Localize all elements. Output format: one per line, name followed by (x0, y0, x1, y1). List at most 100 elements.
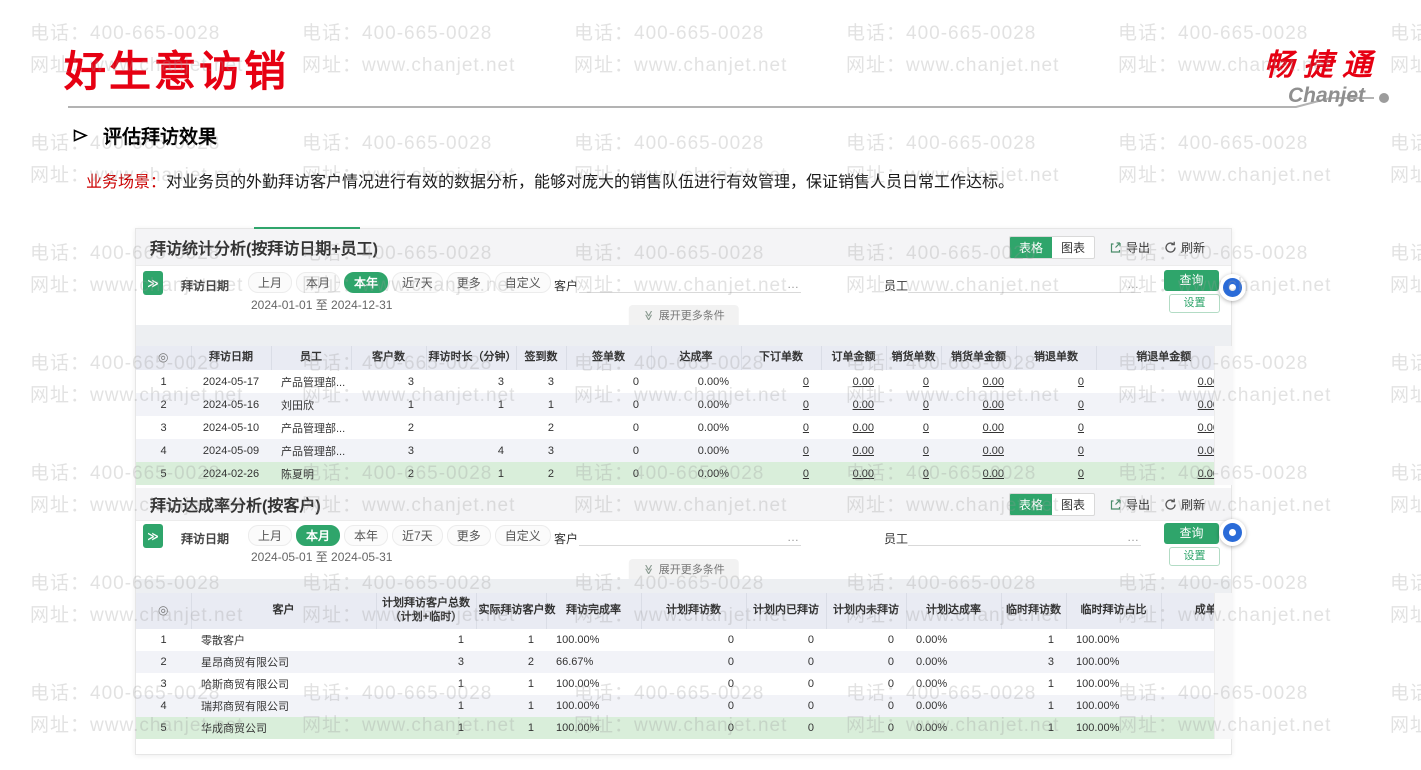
filter-pill-上月[interactable]: 上月 (248, 272, 292, 293)
refresh-button[interactable]: 刷新 (1164, 239, 1205, 256)
section-heading-text: 评估拜访效果 (103, 122, 217, 149)
link-cell[interactable]: 0 (886, 370, 941, 393)
column-header: 达成率 (651, 346, 741, 370)
link-cell[interactable]: 0.00 (941, 393, 1016, 416)
link-cell[interactable]: 0 (886, 462, 941, 485)
filter-pill-更多[interactable]: 更多 (447, 272, 491, 293)
collapse-filter-button[interactable]: ≫ (143, 524, 163, 548)
view-table-button[interactable]: 表格 (1010, 237, 1052, 258)
link-cell[interactable]: 0.00 (821, 370, 886, 393)
refresh-button[interactable]: 刷新 (1164, 496, 1205, 513)
assistant-float-button[interactable] (1219, 519, 1246, 546)
filter-pill-本月[interactable]: 本月 (296, 525, 340, 546)
watermark-text: 电话：400-665-0028网址：www.chanjet.net (1390, 678, 1421, 742)
query-button[interactable]: 查询 (1164, 270, 1219, 291)
customer-filter-input[interactable]: … (579, 527, 801, 546)
employee-filter-input[interactable]: … (908, 274, 1141, 293)
link-cell[interactable]: 0.00 (941, 416, 1016, 439)
link-cell[interactable]: 0 (741, 370, 821, 393)
table-row[interactable]: 42024-05-09产品管理部...34300.00%00.0000.0000… (136, 439, 1214, 462)
filter-pill-上月[interactable]: 上月 (248, 525, 292, 546)
table-cell: 1 (376, 695, 476, 717)
link-cell[interactable]: 0 (741, 462, 821, 485)
link-cell[interactable]: 0 (741, 416, 821, 439)
filter-pill-近7天[interactable]: 近7天 (392, 272, 443, 293)
column-header: 拜访时长（分钟） (426, 346, 516, 370)
link-cell[interactable]: 0.00 (1096, 439, 1214, 462)
column-settings-header[interactable]: ◎ (136, 346, 191, 370)
filter-pill-本月[interactable]: 本月 (296, 272, 340, 293)
expand-more-conditions[interactable]: ≫ 展开更多条件 (628, 559, 738, 579)
assistant-float-button[interactable] (1219, 274, 1246, 301)
customer-filter-input[interactable]: … (579, 274, 801, 293)
logo-cn-text: 畅捷通 (1264, 40, 1381, 84)
filter-pill-自定义[interactable]: 自定义 (495, 272, 551, 293)
table2-scrollbar[interactable] (1214, 593, 1233, 739)
view-chart-button[interactable]: 图表 (1052, 494, 1094, 515)
link-cell[interactable]: 0.00 (1096, 370, 1214, 393)
filter-pill-更多[interactable]: 更多 (447, 525, 491, 546)
link-cell[interactable]: 0.00 (941, 439, 1016, 462)
settings-button[interactable]: 设置 (1169, 547, 1220, 566)
filter-pill-近7天[interactable]: 近7天 (392, 525, 443, 546)
table-cell: 2 (136, 651, 191, 673)
employee-filter-label: 员工 (884, 530, 908, 547)
link-cell[interactable]: 0 (886, 393, 941, 416)
link-cell[interactable]: 0 (1016, 462, 1096, 485)
date-range-value[interactable]: 2024-05-01 至 2024-05-31 (251, 548, 392, 565)
link-cell[interactable]: 0.00 (1096, 416, 1214, 439)
link-cell[interactable]: 0 (741, 439, 821, 462)
table-row[interactable]: 4瑞邦商贸有限公司11100.00%0000.00%1100.00% (136, 695, 1214, 717)
column-settings-header[interactable]: ◎ (136, 593, 191, 629)
link-cell[interactable]: 0 (1016, 393, 1096, 416)
link-cell[interactable]: 0.00 (821, 462, 886, 485)
employee-filter-input[interactable]: … (908, 527, 1141, 546)
link-cell[interactable]: 0.00 (1096, 393, 1214, 416)
business-scenario: 业务场景：对业务员的外勤拜访客户情况进行有效的数据分析，能够对庞大的销售队伍进行… (86, 168, 1014, 192)
link-cell[interactable]: 0 (1016, 370, 1096, 393)
table1-scrollbar[interactable] (1214, 346, 1233, 485)
visit-statistics-table: ◎拜访日期员工客户数拜访时长（分钟）签到数签单数达成率下订单数订单金额销货单数销… (136, 346, 1214, 485)
link-cell[interactable]: 0 (1016, 416, 1096, 439)
table-row[interactable]: 5华成商贸公司11100.00%0000.00%1100.00% (136, 717, 1214, 739)
filter-pill-本年[interactable]: 本年 (344, 525, 388, 546)
table-cell: 0 (746, 629, 826, 651)
watermark-text: 电话：400-665-0028网址：www.chanjet.net (302, 18, 515, 82)
table-cell: 2 (516, 416, 566, 439)
view-table-button[interactable]: 表格 (1010, 494, 1052, 515)
query-button[interactable]: 查询 (1164, 523, 1219, 544)
link-cell[interactable]: 0 (741, 393, 821, 416)
table-cell: 100.00% (546, 673, 641, 695)
link-cell[interactable]: 0 (1016, 439, 1096, 462)
filter-pill-本年[interactable]: 本年 (344, 272, 388, 293)
table-row[interactable]: 12024-05-17产品管理部...33300.00%00.0000.0000… (136, 370, 1214, 393)
table-cell: 100.00% (1066, 695, 1161, 717)
collapse-filter-button[interactable]: ≫ (143, 271, 163, 295)
link-cell[interactable]: 0.00 (821, 393, 886, 416)
link-cell[interactable]: 0.00 (941, 370, 1016, 393)
table-cell: 100.00% (1066, 651, 1161, 673)
settings-button[interactable]: 设置 (1169, 294, 1220, 313)
table-row[interactable]: 2星昂商贸有限公司3266.67%0000.00%3100.00% (136, 651, 1214, 673)
date-range-value[interactable]: 2024-01-01 至 2024-12-31 (251, 296, 392, 313)
column-header: 计划达成率 (906, 593, 1001, 629)
table-cell: 3 (136, 673, 191, 695)
table-cell: 1 (1001, 717, 1066, 739)
link-cell[interactable]: 0.00 (821, 416, 886, 439)
export-button[interactable]: 导出 (1109, 496, 1150, 513)
export-button[interactable]: 导出 (1109, 239, 1150, 256)
table-row[interactable]: 22024-05-16刘田欣11100.00%00.0000.0000.00 (136, 393, 1214, 416)
link-cell[interactable]: 0.00 (821, 439, 886, 462)
column-header: 签单数 (566, 346, 651, 370)
link-cell[interactable]: 0.00 (941, 462, 1016, 485)
link-cell[interactable]: 0 (886, 439, 941, 462)
expand-more-conditions[interactable]: ≫ 展开更多条件 (628, 305, 738, 325)
view-chart-button[interactable]: 图表 (1052, 237, 1094, 258)
table-row[interactable]: 52024-02-26陈夏明21200.00%00.0000.0000.00 (136, 462, 1214, 485)
link-cell[interactable]: 0 (886, 416, 941, 439)
filter-pill-自定义[interactable]: 自定义 (495, 525, 551, 546)
table-row[interactable]: 32024-05-10产品管理部...2200.00%00.0000.0000.… (136, 416, 1214, 439)
link-cell[interactable]: 0.00 (1096, 462, 1214, 485)
table-row[interactable]: 3哈斯商贸有限公司11100.00%0000.00%1100.00% (136, 673, 1214, 695)
table-row[interactable]: 1零散客户11100.00%0000.00%1100.00% (136, 629, 1214, 651)
